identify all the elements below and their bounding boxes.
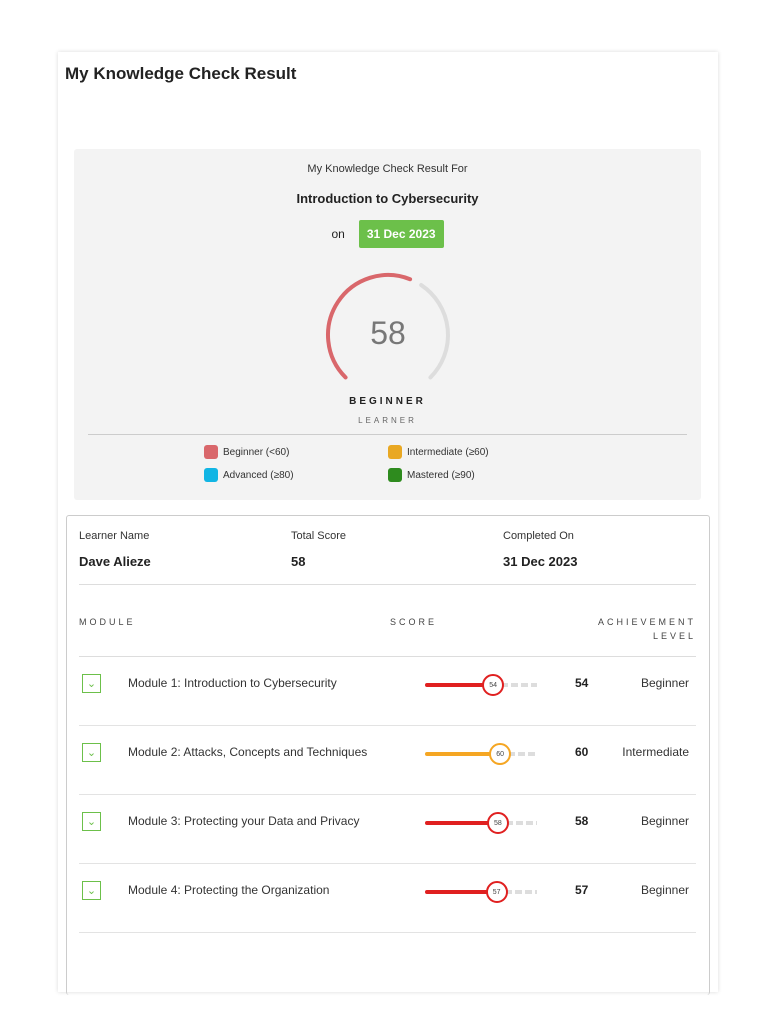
header-achievement: ACHIEVEMENT LEVEL bbox=[598, 617, 696, 641]
score-slider: 57 bbox=[425, 881, 537, 903]
expand-chevron-icon[interactable]: ⌄ bbox=[82, 743, 101, 762]
legend-label: Intermediate (≥60) bbox=[407, 446, 489, 458]
legend-advanced: Advanced (≥80) bbox=[204, 468, 294, 482]
advanced-swatch bbox=[204, 468, 218, 482]
legend-beginner: Beginner (<60) bbox=[204, 445, 289, 459]
result-for-label: My Knowledge Check Result For bbox=[307, 163, 468, 175]
score-remaining bbox=[505, 821, 537, 825]
score-remaining bbox=[504, 890, 537, 894]
score-gauge: 58 bbox=[324, 271, 452, 404]
score-slider: 58 bbox=[425, 812, 537, 834]
module-score: 54 bbox=[575, 676, 589, 690]
expand-chevron-icon[interactable]: ⌄ bbox=[82, 881, 101, 900]
module-level: Beginner bbox=[640, 814, 689, 828]
legend-label: Advanced (≥80) bbox=[223, 469, 294, 481]
completed-on: 31 Dec 2023 bbox=[503, 554, 578, 569]
module-level: Intermediate bbox=[622, 745, 689, 759]
module-name: Module 1: Introduction to Cybersecurity bbox=[128, 676, 337, 690]
module-row: ⌄ Module 3: Protecting your Data and Pri… bbox=[79, 795, 696, 864]
legend-label: Beginner (<60) bbox=[223, 446, 290, 458]
module-score: 57 bbox=[575, 883, 589, 897]
score-knob: 54 bbox=[482, 674, 505, 696]
module-name: Module 4: Protecting the Organization bbox=[128, 883, 330, 897]
module-score: 60 bbox=[575, 745, 589, 759]
level-label: BEGINNER bbox=[349, 396, 426, 407]
header-module: MODULE bbox=[79, 617, 136, 627]
on-label: on bbox=[331, 227, 345, 241]
module-level: Beginner bbox=[640, 883, 689, 897]
beginner-swatch bbox=[204, 445, 218, 459]
header-achievement-line2: LEVEL bbox=[652, 631, 696, 641]
expand-chevron-icon[interactable]: ⌄ bbox=[82, 812, 101, 831]
score-knob: 60 bbox=[489, 743, 512, 765]
summary-panel: My Knowledge Check Result For Introducti… bbox=[74, 149, 701, 500]
page-title: My Knowledge Check Result bbox=[65, 64, 297, 83]
score-knob: 58 bbox=[486, 812, 509, 834]
module-name: Module 2: Attacks, Concepts and Techniqu… bbox=[128, 745, 368, 759]
score-remaining bbox=[501, 683, 537, 687]
mastered-swatch bbox=[388, 468, 402, 482]
score-knob: 57 bbox=[485, 881, 508, 903]
date-row: on 31 Dec 2023 bbox=[74, 220, 701, 248]
divider bbox=[88, 434, 687, 435]
module-score: 58 bbox=[575, 814, 589, 828]
total-score: 58 bbox=[291, 554, 306, 569]
learner-name: Dave Alieze bbox=[79, 554, 151, 569]
score-remaining bbox=[508, 752, 537, 756]
gauge-score: 58 bbox=[370, 315, 406, 351]
module-row: ⌄ Module 2: Attacks, Concepts and Techni… bbox=[79, 726, 696, 795]
module-level: Beginner bbox=[640, 676, 689, 690]
learner-name-label: Learner Name bbox=[79, 530, 150, 542]
legend-mastered: Mastered (≥90) bbox=[388, 468, 475, 482]
total-score-label: Total Score bbox=[291, 530, 347, 542]
intermediate-swatch bbox=[388, 445, 402, 459]
score-slider: 60 bbox=[425, 743, 537, 765]
legend-label: Mastered (≥90) bbox=[407, 469, 475, 481]
legend-intermediate: Intermediate (≥60) bbox=[388, 445, 489, 459]
module-name: Module 3: Protecting your Data and Priva… bbox=[128, 814, 360, 828]
course-title: Introduction to Cybersecurity bbox=[296, 191, 479, 206]
module-row: ⌄ Module 1: Introduction to Cybersecurit… bbox=[79, 657, 696, 726]
level-sublabel: LEARNER bbox=[358, 416, 417, 425]
header-score: SCORE bbox=[390, 617, 438, 627]
completed-on-label: Completed On bbox=[503, 530, 574, 542]
expand-chevron-icon[interactable]: ⌄ bbox=[82, 674, 101, 693]
module-row: ⌄ Module 4: Protecting the Organization … bbox=[79, 864, 696, 933]
details-box: Learner Name Dave Alieze Total Score 58 … bbox=[66, 515, 710, 995]
header-achievement-line1: ACHIEVEMENT bbox=[597, 617, 696, 627]
score-slider: 54 bbox=[425, 674, 537, 696]
divider bbox=[79, 584, 696, 585]
date-badge: 31 Dec 2023 bbox=[358, 220, 444, 248]
